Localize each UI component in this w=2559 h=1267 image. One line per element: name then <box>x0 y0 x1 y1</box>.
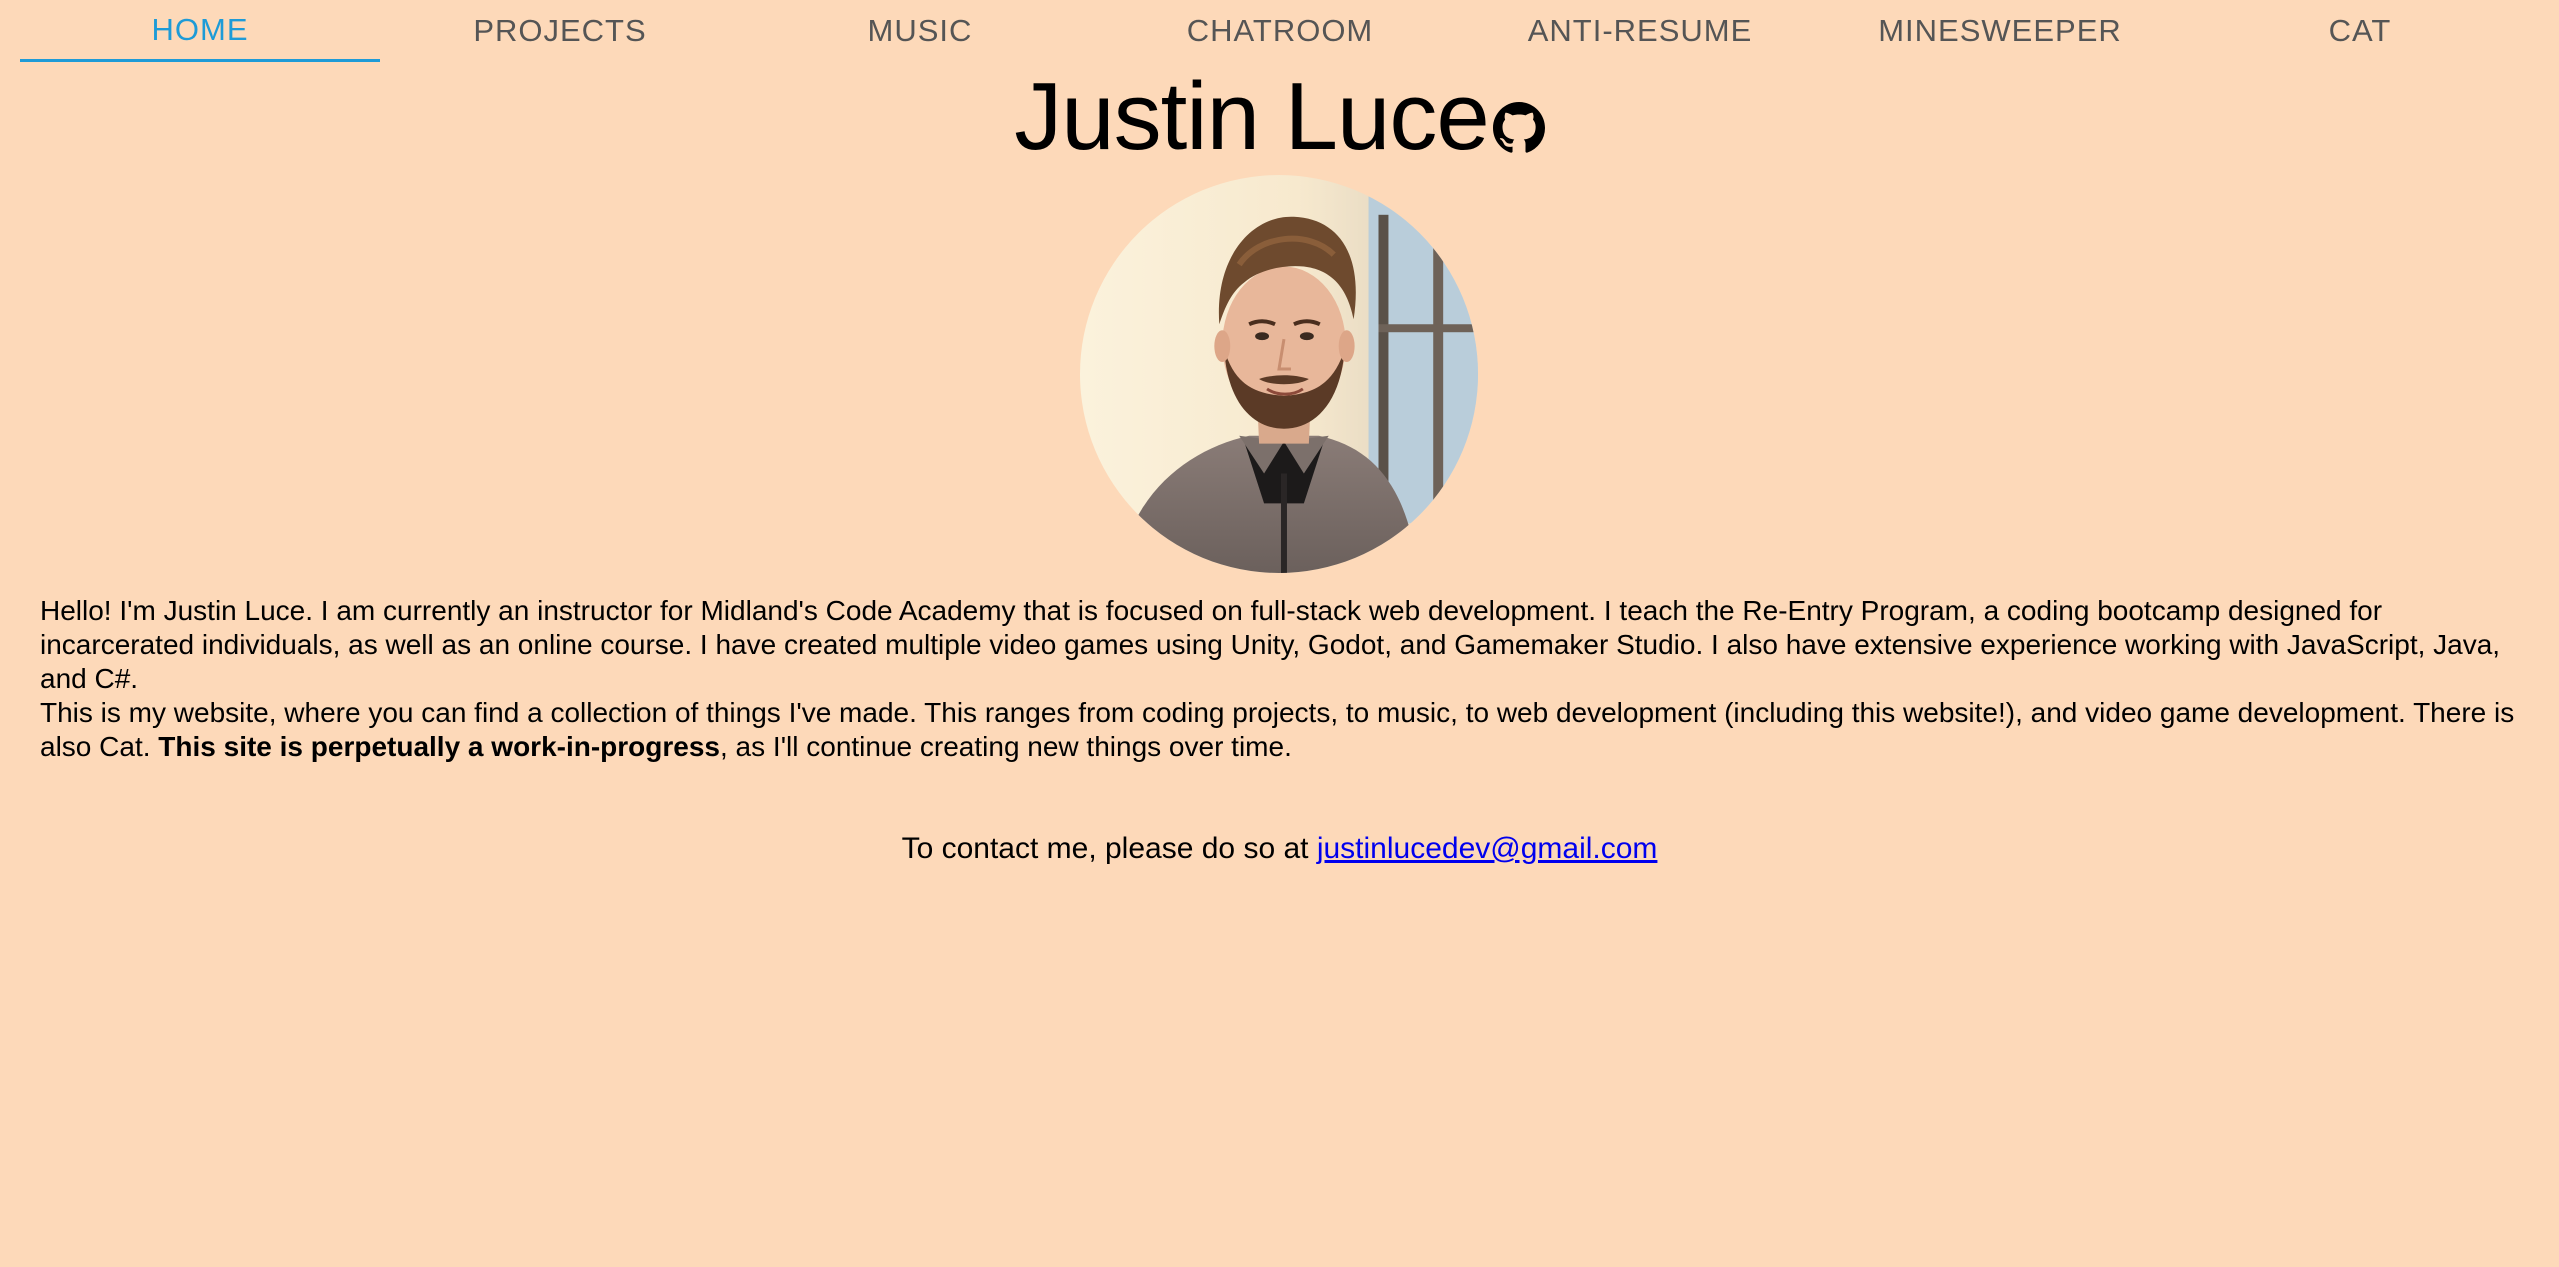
nav-item-minesweeper[interactable]: MINESWEEPER <box>1820 0 2180 62</box>
bio-paragraph-intro: Hello! I'm Justin Luce. I am currently a… <box>40 595 2501 694</box>
github-icon[interactable] <box>1492 102 1545 154</box>
contact-line: To contact me, please do so at justinluc… <box>0 832 2559 866</box>
email-link[interactable]: justinlucedev@gmail.com <box>1317 832 1658 865</box>
profile-photo <box>1080 175 1478 573</box>
page-title: Justin Luce <box>1014 63 1490 170</box>
nav-item-music[interactable]: MUSIC <box>740 0 1100 62</box>
nav-item-anti-resume[interactable]: ANTI-RESUME <box>1460 0 1820 62</box>
main-nav: HOME PROJECTS MUSIC CHATROOM ANTI-RESUME… <box>20 0 2540 64</box>
bio-section: Hello! I'm Justin Luce. I am currently a… <box>40 594 2520 764</box>
header: Justin Luce <box>0 62 2559 172</box>
bio-text-bold: This site is perpetually a work-in-progr… <box>158 731 720 762</box>
nav-item-projects[interactable]: PROJECTS <box>380 0 740 62</box>
contact-prefix: To contact me, please do so at <box>901 832 1317 865</box>
avatar <box>1080 175 1478 573</box>
nav-item-cat[interactable]: CAT <box>2180 0 2540 62</box>
nav-item-chatroom[interactable]: CHATROOM <box>1100 0 1460 62</box>
bio-text-end: , as I'll continue creating new things o… <box>720 731 1292 762</box>
bio-paragraph-site: This is my website, where you can find a… <box>40 696 2520 764</box>
nav-item-home[interactable]: HOME <box>20 0 380 62</box>
